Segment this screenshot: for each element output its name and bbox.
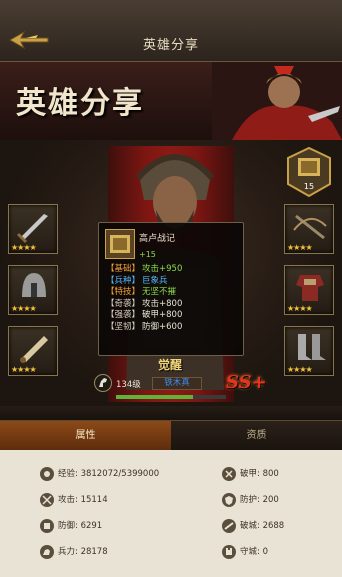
xp-bar-fill bbox=[116, 395, 193, 399]
hero-share-screen: 英雄分享 英雄分享 ★★★★ ★★★★ ★★★★ 15 ★★★★ ★★★★ ★★… bbox=[0, 0, 342, 577]
equip-slot-left-1[interactable]: ★★★★ bbox=[8, 204, 58, 254]
top-bar: 英雄分享 bbox=[0, 0, 342, 62]
tab-attributes[interactable]: 属性 bbox=[0, 421, 171, 451]
xp-bar bbox=[116, 395, 226, 399]
protection-icon bbox=[222, 493, 236, 507]
attr-row: 【坚韧】 防御+600 bbox=[106, 321, 183, 332]
banner: 英雄分享 bbox=[0, 62, 342, 140]
roman-soldier-icon bbox=[212, 62, 342, 140]
armor-break-icon bbox=[222, 467, 236, 481]
page-title: 英雄分享 bbox=[142, 38, 199, 53]
star-rating: ★★★★ bbox=[11, 243, 37, 252]
hero-name: 铁木真 bbox=[152, 377, 202, 390]
equip-slot-left-3[interactable]: ★★★★ bbox=[8, 326, 58, 376]
awaken-button[interactable]: 觉醒 bbox=[140, 352, 200, 374]
boots-icon bbox=[298, 334, 326, 360]
stats-panel: 经验: 3812072/5399000 破甲: 800 攻击: 15114 防护… bbox=[0, 450, 342, 577]
banner-title: 英雄分享 bbox=[16, 86, 144, 121]
horse-icon bbox=[94, 374, 112, 392]
experience-icon bbox=[40, 467, 54, 481]
troops-icon bbox=[40, 545, 54, 559]
equip-slot-right-3[interactable]: ★★★★ bbox=[284, 326, 334, 376]
item-tooltip: 高卢战记 +15 【基础】 攻击+950 【兵种】 巨象兵 【特技】 无坚不摧 【奇袭… bbox=[98, 222, 244, 356]
attr-row: 【基础】 攻击+950 bbox=[106, 264, 183, 274]
equip-slot-left-2[interactable]: ★★★★ bbox=[8, 265, 58, 315]
star-rating: ★★★★ bbox=[287, 365, 313, 374]
crossbow-icon bbox=[293, 214, 327, 240]
item-attributes: 【基础】 攻击+950 【兵种】 巨象兵 【特技】 无坚不摧 【奇袭】 攻击+800 【… bbox=[106, 264, 182, 334]
attr-row: 【特技】 无坚不摧 bbox=[106, 287, 177, 298]
hero-rank: SS+ bbox=[226, 372, 267, 393]
siege-icon bbox=[222, 519, 236, 533]
attr-row: 【奇袭】 攻击+800 bbox=[106, 298, 183, 309]
city-defense-icon bbox=[222, 545, 236, 559]
attr-row: 【强袭】 破甲+800 bbox=[106, 310, 183, 321]
divider bbox=[0, 406, 342, 420]
hero-level: 134级 bbox=[116, 380, 141, 390]
tab-bar: 属性 资质 bbox=[0, 420, 342, 451]
star-rating: ★★★★ bbox=[11, 365, 37, 374]
tab-aptitude[interactable]: 资质 bbox=[171, 421, 342, 451]
star-rating: ★★★★ bbox=[11, 304, 37, 313]
equip-slot-right-1[interactable]: ★★★★ bbox=[284, 204, 334, 254]
helmet-icon bbox=[22, 273, 46, 297]
item-name: 高卢战记 bbox=[139, 234, 176, 244]
armor-icon bbox=[296, 275, 324, 301]
item-bonus: +15 bbox=[139, 250, 156, 259]
defense-icon bbox=[40, 519, 54, 533]
scroll-icon bbox=[20, 336, 48, 363]
star-rating: ★★★★ bbox=[287, 243, 313, 252]
equip-slot-right-2[interactable]: ★★★★ bbox=[284, 265, 334, 315]
book-emblem-button[interactable]: 15 bbox=[284, 146, 334, 198]
attr-row: 【兵种】 巨象兵 bbox=[106, 275, 168, 286]
star-rating: ★★★★ bbox=[287, 304, 313, 313]
sword-icon bbox=[16, 214, 48, 244]
book-icon bbox=[105, 229, 135, 259]
emblem-count: 15 bbox=[303, 182, 315, 191]
attack-icon bbox=[40, 493, 54, 507]
